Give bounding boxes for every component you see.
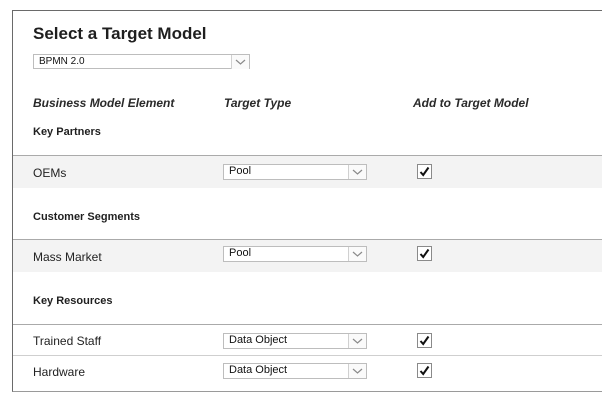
- column-header-element: Business Model Element: [33, 96, 175, 110]
- section-title-key-partners: Key Partners: [33, 126, 101, 138]
- target-type-select[interactable]: Data Object: [223, 333, 367, 349]
- target-model-select-value: BPMN 2.0: [39, 56, 85, 67]
- checkmark-icon: [419, 365, 430, 376]
- target-type-value: Pool: [229, 247, 252, 259]
- checkmark-icon: [419, 248, 430, 259]
- add-to-model-checkbox[interactable]: [417, 363, 432, 378]
- page-title: Select a Target Model: [33, 24, 207, 43]
- section-title-customer-segments: Customer Segments: [33, 211, 140, 223]
- add-to-model-checkbox[interactable]: [417, 246, 432, 261]
- chevron-down-icon[interactable]: [348, 247, 366, 261]
- row-element-label: Hardware: [33, 365, 86, 379]
- chevron-down-icon[interactable]: [348, 364, 366, 378]
- add-to-model-checkbox[interactable]: [417, 164, 432, 179]
- section-title-key-resources: Key Resources: [33, 295, 113, 307]
- chevron-down-icon[interactable]: [348, 334, 366, 348]
- table-row-oems: OEMs Pool: [13, 155, 602, 188]
- add-to-model-checkbox[interactable]: [417, 333, 432, 348]
- chevron-down-icon[interactable]: [231, 55, 249, 69]
- target-type-select[interactable]: Data Object: [223, 363, 367, 379]
- column-header-add: Add to Target Model: [413, 96, 529, 110]
- row-element-label: Mass Market: [33, 250, 102, 264]
- column-header-type: Target Type: [224, 96, 292, 110]
- checkmark-icon: [419, 335, 430, 346]
- target-type-value: Data Object: [229, 334, 288, 346]
- row-element-label: OEMs: [33, 166, 67, 180]
- table-row-trained-staff: Trained Staff Data Object: [13, 324, 602, 355]
- row-element-label: Trained Staff: [33, 334, 102, 348]
- target-model-select[interactable]: BPMN 2.0: [33, 54, 250, 69]
- target-type-value: Pool: [229, 165, 252, 177]
- checkmark-icon: [419, 166, 430, 177]
- target-type-value: Data Object: [229, 364, 288, 376]
- table-row-hardware: Hardware Data Object: [13, 356, 602, 387]
- table-row-mass-market: Mass Market Pool: [13, 239, 602, 272]
- target-type-select[interactable]: Pool: [223, 246, 367, 262]
- target-type-select[interactable]: Pool: [223, 164, 367, 180]
- chevron-down-icon[interactable]: [348, 165, 366, 179]
